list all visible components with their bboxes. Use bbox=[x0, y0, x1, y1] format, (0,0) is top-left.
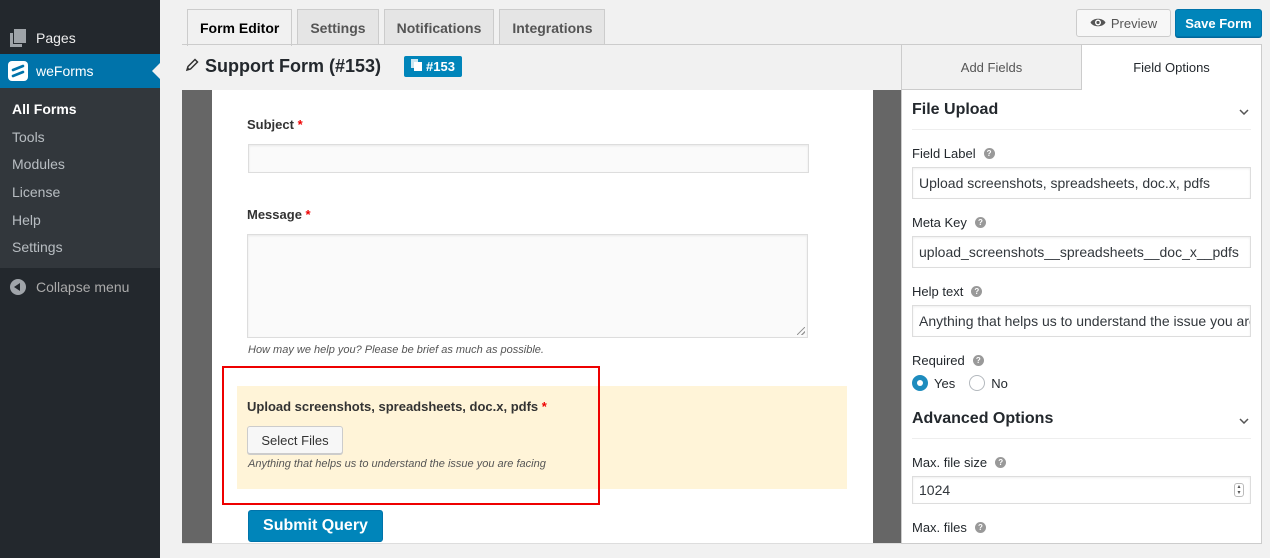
tab-settings[interactable]: Settings bbox=[297, 9, 379, 45]
upload-label: Upload screenshots, spreadsheets, doc.x,… bbox=[247, 399, 547, 414]
form-paper: Subject * Message * How may we help you?… bbox=[212, 90, 873, 544]
submenu-modules[interactable]: Modules bbox=[0, 151, 160, 179]
subject-label: Subject * bbox=[247, 117, 303, 132]
file-upload-field[interactable]: Upload screenshots, spreadsheets, doc.x,… bbox=[237, 386, 847, 489]
help-icon[interactable]: ? bbox=[972, 354, 984, 366]
message-label: Message * bbox=[247, 207, 311, 222]
collapse-menu-button[interactable]: Collapse menu bbox=[0, 274, 160, 300]
submenu-help[interactable]: Help bbox=[0, 207, 160, 235]
meta-key-text: Meta Key bbox=[912, 214, 967, 230]
panel-tabs: Add Fields Field Options bbox=[902, 45, 1261, 90]
tab-integrations[interactable]: Integrations bbox=[499, 9, 606, 45]
preview-label: Preview bbox=[1110, 15, 1158, 31]
help-icon[interactable]: ? bbox=[983, 147, 995, 159]
message-textarea[interactable] bbox=[247, 234, 808, 338]
resize-handle[interactable] bbox=[797, 327, 805, 335]
message-label-text: Message bbox=[247, 207, 302, 222]
help-text-label: Help text ? bbox=[912, 282, 1251, 300]
required-yes-label: Yes bbox=[934, 375, 956, 391]
sidebar-item-label: Pages bbox=[36, 30, 76, 46]
required-yes-radio[interactable] bbox=[912, 375, 928, 391]
field-label-text: Field Label bbox=[912, 145, 976, 161]
form-title[interactable]: Support Form (#153) bbox=[185, 56, 381, 77]
max-file-size-text: Max. file size bbox=[912, 454, 988, 470]
form-id-badge[interactable]: #153 bbox=[404, 56, 462, 77]
required-radio-group: Yes No bbox=[912, 375, 1251, 391]
admin-sidebar: Pages weForms All Forms Tools Modules Li… bbox=[0, 0, 160, 558]
select-files-button[interactable]: Select Files bbox=[247, 426, 343, 454]
sidebar-item-label: weForms bbox=[36, 63, 94, 79]
number-spinner-icon[interactable]: ▴ ▾ bbox=[1234, 483, 1244, 497]
submenu-license[interactable]: License bbox=[0, 179, 160, 207]
required-text: Required bbox=[912, 352, 965, 368]
save-form-button[interactable]: Save Form bbox=[1175, 9, 1262, 37]
current-menu-arrow bbox=[152, 63, 160, 79]
required-asterisk: * bbox=[541, 399, 547, 414]
tab-add-fields[interactable]: Add Fields bbox=[902, 45, 1081, 90]
help-icon[interactable]: ? bbox=[974, 521, 986, 533]
tabs-divider bbox=[182, 44, 902, 45]
help-icon[interactable]: ? bbox=[974, 216, 986, 228]
max-file-size-value: 1024 bbox=[919, 482, 951, 498]
field-label-input[interactable]: Upload screenshots, spreadsheets, doc.x,… bbox=[912, 167, 1251, 199]
submenu-all-forms[interactable]: All Forms bbox=[0, 96, 160, 124]
max-files-text: Max. files bbox=[912, 519, 967, 535]
help-text-input[interactable]: Anything that helps us to understand the… bbox=[912, 305, 1251, 337]
tab-notifications[interactable]: Notifications bbox=[383, 9, 495, 45]
submit-query-button[interactable]: Submit Query bbox=[248, 510, 383, 542]
submenu-tools[interactable]: Tools bbox=[0, 124, 160, 152]
canvas-bottom-border bbox=[182, 543, 902, 544]
weforms-logo-icon bbox=[0, 61, 36, 81]
meta-key-label: Meta Key ? bbox=[912, 213, 1251, 231]
advanced-options-header[interactable]: Advanced Options bbox=[912, 399, 1251, 439]
form-title-text: Support Form (#153) bbox=[205, 56, 382, 76]
help-icon[interactable]: ? bbox=[995, 456, 1007, 468]
required-label: Required ? bbox=[912, 351, 1251, 369]
chevron-down-icon bbox=[1239, 411, 1249, 429]
required-asterisk: * bbox=[305, 207, 311, 222]
tab-field-options[interactable]: Field Options bbox=[1081, 45, 1261, 90]
tab-form-editor[interactable]: Form Editor bbox=[187, 9, 293, 46]
required-no-radio[interactable] bbox=[969, 375, 986, 391]
message-help-text: How may we help you? Please be brief as … bbox=[248, 344, 544, 356]
meta-key-input[interactable]: upload_screenshots__spreadsheets__doc_x_… bbox=[912, 236, 1251, 268]
sidebar-item-pages[interactable]: Pages bbox=[0, 21, 160, 55]
advanced-options-title: Advanced Options bbox=[912, 409, 1054, 427]
form-id-text: #153 bbox=[426, 59, 455, 74]
help-icon[interactable]: ? bbox=[971, 285, 983, 297]
form-preview-canvas: Subject * Message * How may we help you?… bbox=[182, 90, 902, 544]
subject-label-text: Subject bbox=[247, 117, 294, 132]
required-no-label: No bbox=[991, 375, 1008, 391]
weforms-submenu: All Forms Tools Modules License Help Set… bbox=[0, 88, 160, 268]
copy-icon bbox=[411, 59, 422, 74]
section-title: File Upload bbox=[912, 100, 999, 118]
field-options-panel: Add Fields Field Options File Upload Fie… bbox=[901, 44, 1262, 544]
sidebar-item-weforms[interactable]: weForms bbox=[0, 54, 160, 88]
max-file-size-label: Max. file size ? bbox=[912, 453, 1251, 471]
pages-icon bbox=[0, 29, 36, 47]
required-asterisk: * bbox=[297, 117, 303, 132]
pencil-icon bbox=[185, 56, 199, 77]
editor-tabs: Form Editor Settings Notifications Integ… bbox=[187, 9, 610, 46]
help-text-text: Help text bbox=[912, 283, 964, 299]
upload-label-text: Upload screenshots, spreadsheets, doc.x,… bbox=[247, 399, 539, 414]
chevron-down-icon bbox=[1239, 102, 1249, 120]
eye-icon bbox=[1090, 16, 1106, 31]
submenu-settings[interactable]: Settings bbox=[0, 234, 160, 262]
upload-help-text: Anything that helps us to understand the… bbox=[248, 458, 546, 470]
collapse-menu-label: Collapse menu bbox=[36, 279, 130, 295]
file-upload-section-header[interactable]: File Upload bbox=[912, 90, 1251, 130]
collapse-arrow-icon bbox=[10, 279, 26, 295]
field-options-body: File Upload Field Label ? Upload screens… bbox=[902, 90, 1261, 536]
field-label-label: Field Label ? bbox=[912, 144, 1251, 162]
max-file-size-input[interactable]: 1024 ▴ ▾ bbox=[912, 476, 1251, 504]
max-files-label: Max. files ? bbox=[912, 518, 1251, 536]
preview-button[interactable]: Preview bbox=[1076, 9, 1171, 37]
subject-input[interactable] bbox=[248, 144, 809, 173]
